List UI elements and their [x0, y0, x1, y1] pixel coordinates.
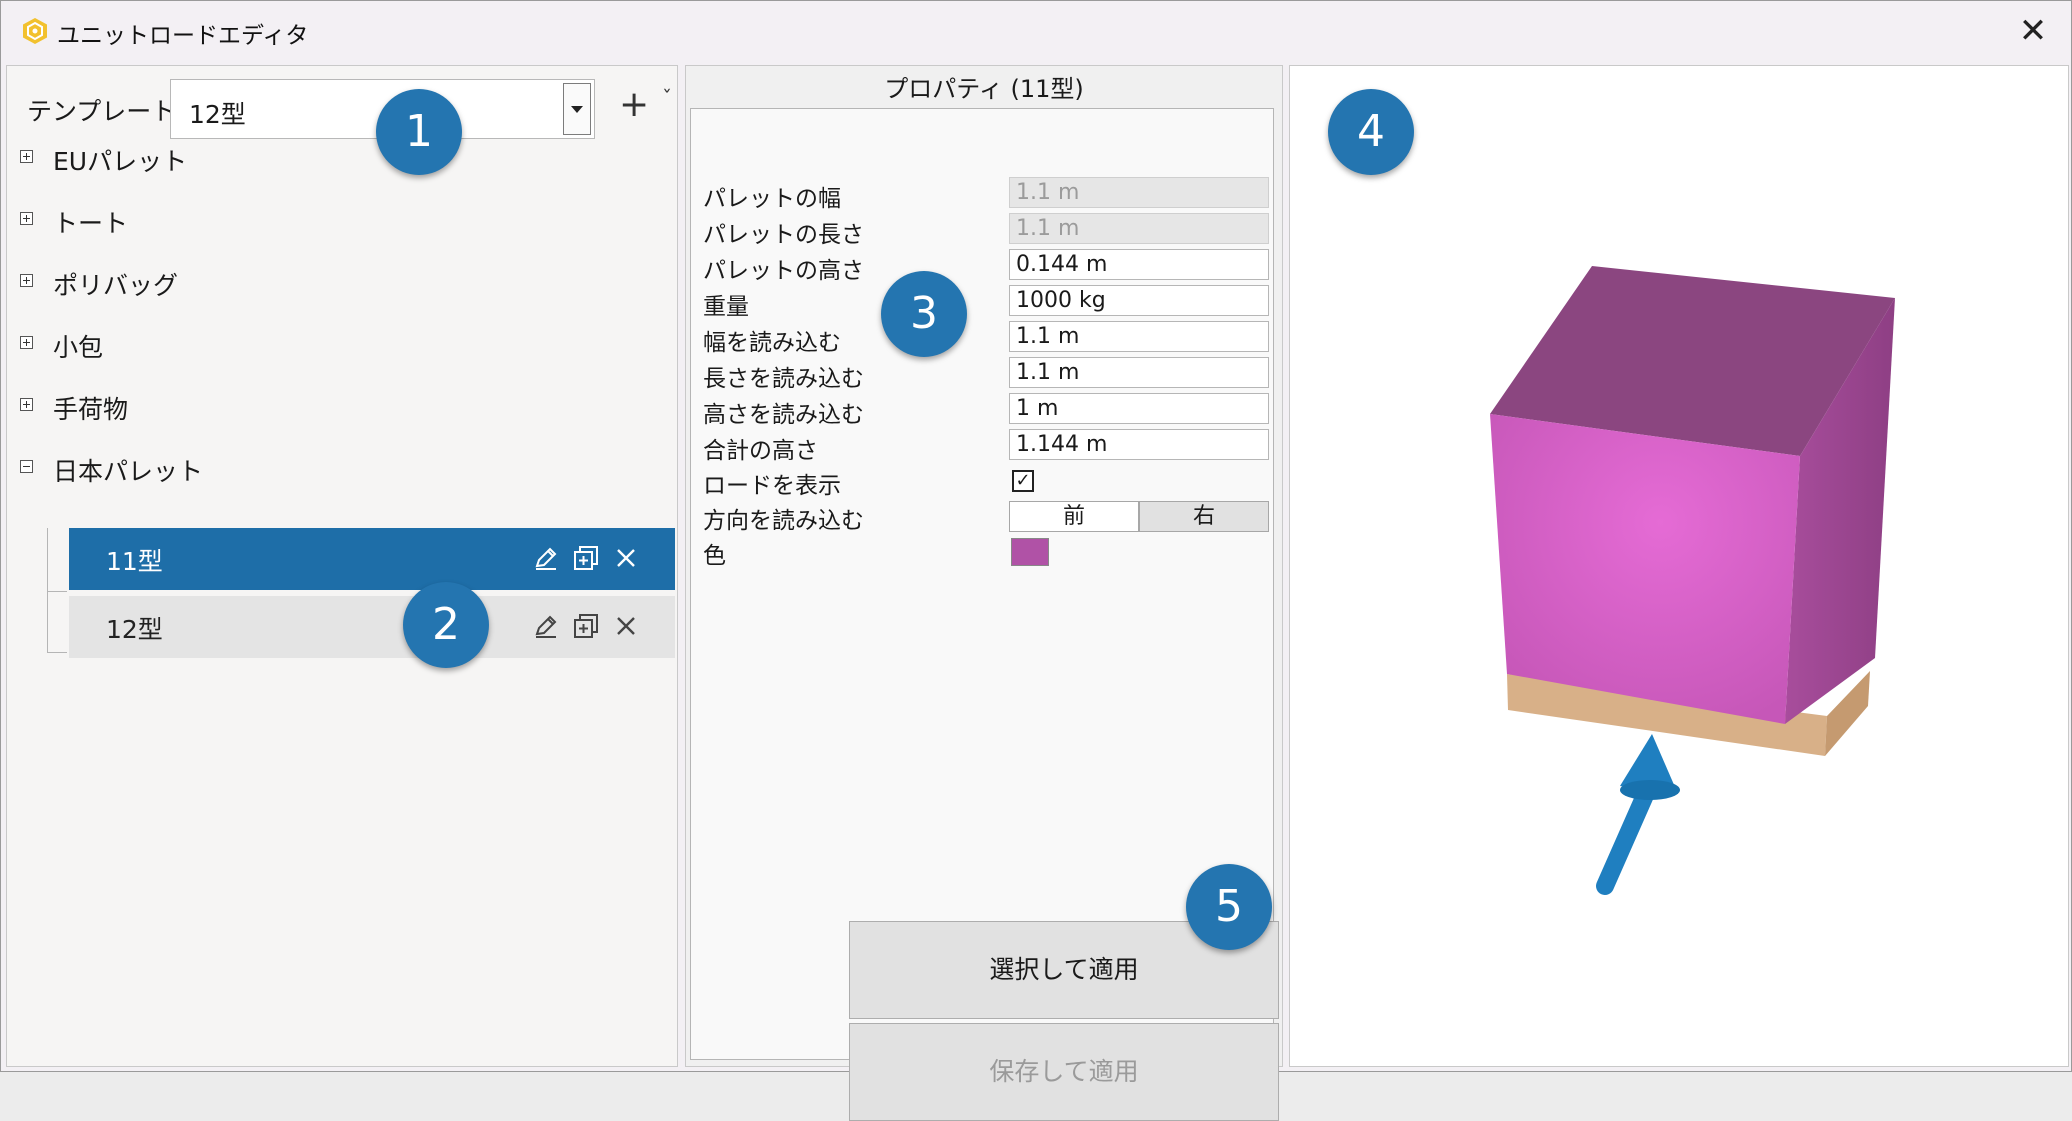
- expand-plus-icon[interactable]: [20, 212, 33, 225]
- prop-label-load-width: 幅を読み込む: [703, 330, 841, 356]
- callout-2: 2: [403, 582, 489, 668]
- title-bar: ユニットロードエディタ ✕: [1, 1, 2071, 61]
- direction-front-toggle[interactable]: 前: [1009, 501, 1139, 532]
- tree-connector: [47, 528, 48, 652]
- total-height-field[interactable]: 1.144 m: [1009, 429, 1269, 460]
- prop-label-load-length: 長さを読み込む: [703, 366, 864, 392]
- window-title: ユニットロードエディタ: [57, 23, 309, 49]
- delete-x-icon[interactable]: [611, 611, 641, 641]
- properties-title: プロパティ (11型): [884, 75, 1084, 103]
- prop-label-pallet-length: パレットの長さ: [703, 222, 864, 248]
- template-dropdown-value: 12型: [189, 100, 246, 129]
- prop-label-load-height: 高さを読み込む: [703, 402, 864, 428]
- tree-item-label: EUパレット: [53, 147, 188, 176]
- unit-load-editor-window: ユニットロードエディタ ✕ テンプレート 12型 + ˇ EUパレット トート …: [0, 0, 2072, 1121]
- weight-field[interactable]: 1000 kg: [1009, 285, 1269, 316]
- collapse-minus-icon[interactable]: [20, 460, 33, 473]
- load-front: [1490, 414, 1800, 724]
- prop-label-pallet-width: パレットの幅: [703, 186, 841, 212]
- pallet-width-field: 1.1 m: [1009, 177, 1269, 208]
- edit-pencil-icon[interactable]: [531, 611, 561, 641]
- tree-item-label: 手荷物: [53, 395, 129, 424]
- tree-item-label: ポリバッグ: [53, 271, 179, 300]
- show-load-checkbox[interactable]: ✓: [1012, 470, 1034, 492]
- tree-item-label: トート: [53, 209, 129, 238]
- tree-connector: [47, 652, 67, 653]
- pallet-length-field: 1.1 m: [1009, 213, 1269, 244]
- direction-arrow-icon: [1596, 734, 1680, 895]
- prop-label-total-height: 合計の高さ: [703, 438, 818, 464]
- tree-item-label: 日本パレット: [53, 457, 204, 486]
- duplicate-icon[interactable]: [571, 543, 601, 573]
- expand-plus-icon[interactable]: [20, 398, 33, 411]
- prop-label-pallet-height: パレットの高さ: [703, 258, 864, 284]
- add-more-chevron-icon[interactable]: ˇ: [662, 86, 672, 110]
- callout-3: 3: [881, 271, 967, 357]
- load-length-field[interactable]: 1.1 m: [1009, 357, 1269, 388]
- duplicate-icon[interactable]: [571, 611, 601, 641]
- template-row-label: 11型: [106, 547, 163, 576]
- tree-connector: [47, 591, 67, 592]
- app-logo-icon: [23, 18, 47, 44]
- load-height-field[interactable]: 1 m: [1009, 393, 1269, 424]
- template-row-11[interactable]: 11型: [69, 528, 675, 590]
- callout-4: 4: [1328, 89, 1414, 175]
- prop-label-weight: 重量: [703, 294, 749, 320]
- expand-plus-icon[interactable]: [20, 274, 33, 287]
- add-template-button[interactable]: +: [619, 84, 649, 125]
- load-width-field[interactable]: 1.1 m: [1009, 321, 1269, 352]
- tree-item-label: 小包: [53, 333, 104, 362]
- template-row-12[interactable]: 12型: [69, 596, 675, 658]
- expand-plus-icon[interactable]: [20, 150, 33, 163]
- callout-1: 1: [376, 89, 462, 175]
- unit-load-3d-view: [1490, 266, 1895, 895]
- expand-plus-icon[interactable]: [20, 336, 33, 349]
- prop-label-color: 色: [703, 543, 726, 569]
- color-swatch[interactable]: [1011, 538, 1049, 566]
- direction-right-toggle[interactable]: 右: [1139, 501, 1269, 532]
- prop-label-show-load: ロードを表示: [703, 473, 841, 499]
- chevron-down-icon[interactable]: [563, 83, 591, 135]
- prop-label-load-direction: 方向を読み込む: [703, 508, 864, 534]
- callout-5: 5: [1186, 864, 1272, 950]
- delete-x-icon[interactable]: [611, 543, 641, 573]
- 3d-preview-viewport[interactable]: [1289, 65, 2069, 1067]
- pallet-height-field[interactable]: 0.144 m: [1009, 249, 1269, 280]
- close-icon[interactable]: ✕: [2013, 11, 2053, 51]
- template-row-label: 12型: [106, 615, 163, 644]
- save-and-apply-button[interactable]: 保存して適用: [849, 1023, 1279, 1121]
- edit-pencil-icon[interactable]: [531, 543, 561, 573]
- template-label: テンプレート: [27, 97, 177, 126]
- template-tree-panel: テンプレート 12型 + ˇ EUパレット トート ポリバッグ 小包 手荷物 日…: [6, 65, 678, 1067]
